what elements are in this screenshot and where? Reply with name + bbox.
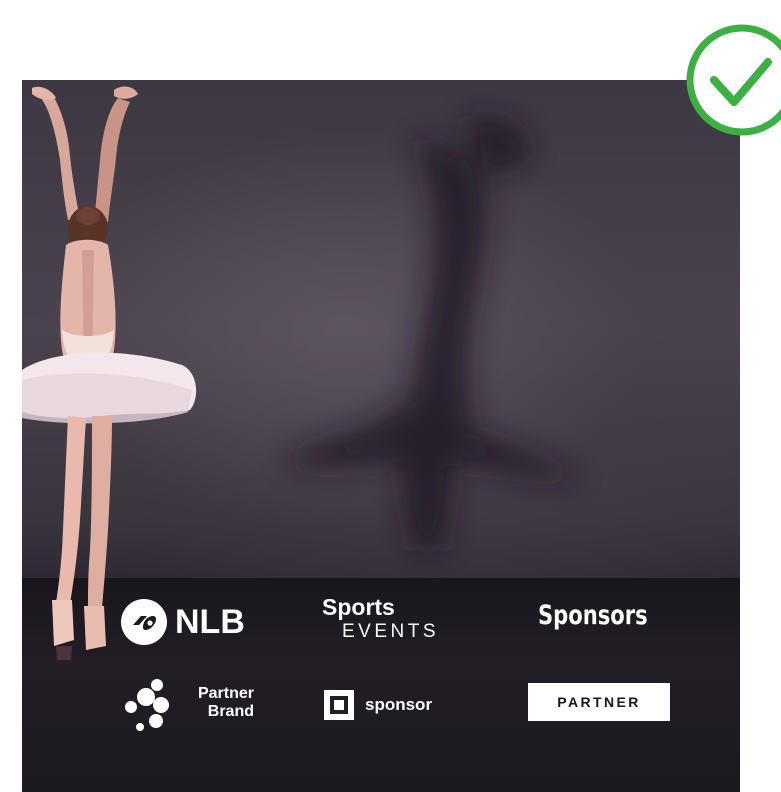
nlb-mark-icon	[121, 599, 167, 645]
sponsors-logo: Sponsors	[538, 600, 648, 631]
sponsor-square-icon	[324, 690, 354, 720]
sponsor-wordmark: sponsor	[365, 695, 433, 714]
ballerina	[22, 86, 197, 660]
partner-wordmark: PARTNER	[557, 694, 641, 710]
stage: NLB Sports EVENTS Sponsors Partner Brand…	[0, 0, 781, 792]
events-word: EVENTS	[342, 621, 440, 642]
partner-logo: PARTNER	[528, 683, 670, 721]
nlb-wordmark: NLB	[175, 602, 245, 641]
sports-events-logo: Sports EVENTS	[322, 594, 482, 650]
brand-word: Brand	[207, 703, 254, 720]
partner-brand-logo: Partner Brand	[124, 677, 264, 733]
sports-word: Sports	[322, 594, 395, 620]
partner-word: Partner	[197, 685, 254, 702]
nlb-logo: NLB	[121, 597, 261, 647]
partner-brand-text: Partner Brand	[198, 685, 254, 721]
check-circle-icon	[686, 24, 781, 136]
partner-brand-dots-icon	[125, 679, 169, 731]
sponsor-logo: sponsor	[323, 688, 432, 722]
